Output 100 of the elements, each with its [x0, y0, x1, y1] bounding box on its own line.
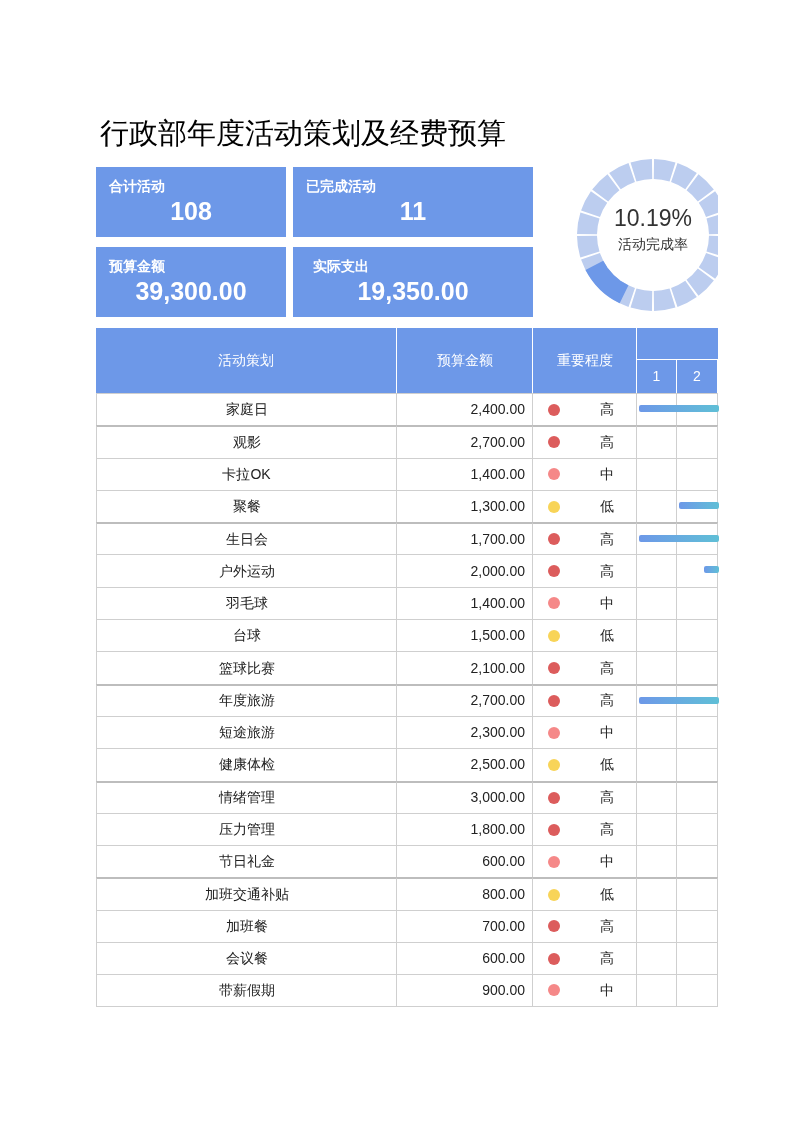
amount-cell: 2,700.00 — [397, 683, 533, 716]
completion-label: 活动完成率 — [618, 235, 688, 254]
amount-cell: 2,500.00 — [397, 748, 533, 781]
ring-segment — [671, 163, 697, 190]
card-label: 预算金额 — [107, 256, 165, 275]
activity-cell: 聚餐 — [96, 489, 397, 523]
importance-label: 中 — [600, 723, 614, 743]
importance-label: 中 — [600, 593, 614, 613]
day-cell — [677, 942, 718, 975]
day-cell — [677, 845, 718, 878]
day-cell — [677, 619, 718, 652]
amount-cell: 1,700.00 — [397, 522, 533, 555]
activity-cell: 会议餐 — [96, 942, 397, 975]
importance-label: 中 — [600, 852, 614, 872]
card-value: 39,300.00 — [135, 275, 247, 307]
card-label: 实际支出 — [312, 256, 369, 275]
importance-label: 高 — [600, 400, 614, 420]
importance-label: 高 — [600, 916, 614, 936]
amount-cell: 1,800.00 — [397, 812, 533, 846]
importance-label: 低 — [600, 885, 614, 905]
completion-rate: 10.19% — [614, 204, 692, 232]
activity-cell: 户外运动 — [96, 554, 397, 587]
day-cell — [677, 715, 718, 749]
day-cell — [677, 877, 718, 910]
importance-label: 高 — [600, 691, 614, 711]
amount-cell: 2,700.00 — [397, 425, 533, 458]
card-label: 合计活动 — [108, 177, 165, 195]
ring-segment — [671, 280, 697, 307]
card-value: 108 — [170, 196, 212, 227]
activity-cell: 观影 — [96, 425, 397, 458]
activity-cell: 加班交通补贴 — [96, 877, 397, 910]
card-value: 19,350.00 — [357, 275, 469, 307]
ring-segment — [577, 212, 600, 235]
column-header: 活动策划 — [96, 328, 397, 393]
day-cell — [677, 748, 718, 781]
ring-segment — [686, 174, 714, 202]
amount-cell: 900.00 — [397, 974, 533, 1007]
activity-cell: 台球 — [96, 619, 397, 652]
importance-label: 中 — [600, 981, 614, 1000]
day-cell — [677, 780, 718, 813]
amount-cell: 600.00 — [397, 845, 533, 878]
card-label: 已完成活动 — [305, 177, 376, 195]
activity-cell: 生日会 — [96, 522, 397, 555]
day-cell — [677, 425, 718, 458]
amount-cell: 1,400.00 — [397, 586, 533, 620]
amount-cell: 1,400.00 — [397, 457, 533, 490]
ring-segment — [581, 191, 608, 217]
amount-cell: 2,400.00 — [397, 393, 533, 426]
activity-cell: 压力管理 — [96, 812, 397, 846]
day-cell — [677, 909, 718, 943]
column-header: 重要程度 — [533, 328, 637, 393]
ring-segment — [630, 288, 653, 311]
column-header: 预算金额 — [397, 328, 533, 393]
activity-cell: 卡拉OK — [96, 457, 397, 490]
ring-segment — [686, 268, 714, 296]
activity-cell: 家庭日 — [96, 393, 397, 426]
importance-label: 高 — [600, 949, 614, 969]
amount-cell: 1,300.00 — [397, 489, 533, 523]
ring-segment — [609, 163, 635, 190]
importance-label: 低 — [600, 626, 614, 646]
activity-cell: 加班餐 — [96, 909, 397, 943]
completion-arc — [585, 260, 629, 304]
activity-cell: 羽毛球 — [96, 586, 397, 620]
ring-segment — [592, 174, 620, 202]
day-cell — [677, 812, 718, 846]
ring-segment — [577, 235, 600, 258]
activity-cell: 篮球比赛 — [96, 651, 397, 684]
ring-segment — [653, 288, 676, 311]
page-title: 行政部年度活动策划及经费预算 — [100, 116, 506, 151]
day-header: 1 — [637, 360, 677, 393]
amount-cell: 2,000.00 — [397, 554, 533, 587]
importance-label: 高 — [600, 788, 614, 808]
amount-cell: 2,100.00 — [397, 651, 533, 684]
activity-cell: 节日礼金 — [96, 845, 397, 878]
importance-label: 高 — [600, 561, 614, 581]
importance-label: 高 — [600, 820, 614, 839]
amount-cell: 800.00 — [397, 877, 533, 910]
amount-cell: 600.00 — [397, 942, 533, 975]
ring-segment — [630, 159, 653, 182]
amount-cell: 1,500.00 — [397, 619, 533, 652]
day-cell — [677, 457, 718, 490]
importance-label: 高 — [600, 658, 614, 678]
importance-label: 高 — [600, 529, 614, 549]
day-cell — [677, 651, 718, 684]
activity-cell: 短途旅游 — [96, 715, 397, 749]
amount-cell: 2,300.00 — [397, 715, 533, 749]
activity-cell: 情绪管理 — [96, 780, 397, 813]
importance-label: 高 — [600, 432, 614, 452]
day-header: 2 — [677, 360, 718, 393]
activity-cell: 健康体检 — [96, 748, 397, 781]
importance-label: 中 — [600, 464, 614, 484]
day-cell — [677, 586, 718, 620]
card-value: 11 — [399, 196, 427, 227]
ring-segment — [653, 159, 676, 182]
importance-label: 低 — [600, 755, 614, 775]
day-cell — [677, 974, 718, 1007]
importance-label: 低 — [600, 497, 614, 517]
activity-cell: 年度旅游 — [96, 683, 397, 716]
activity-cell: 带薪假期 — [96, 974, 397, 1007]
amount-cell: 700.00 — [397, 909, 533, 943]
